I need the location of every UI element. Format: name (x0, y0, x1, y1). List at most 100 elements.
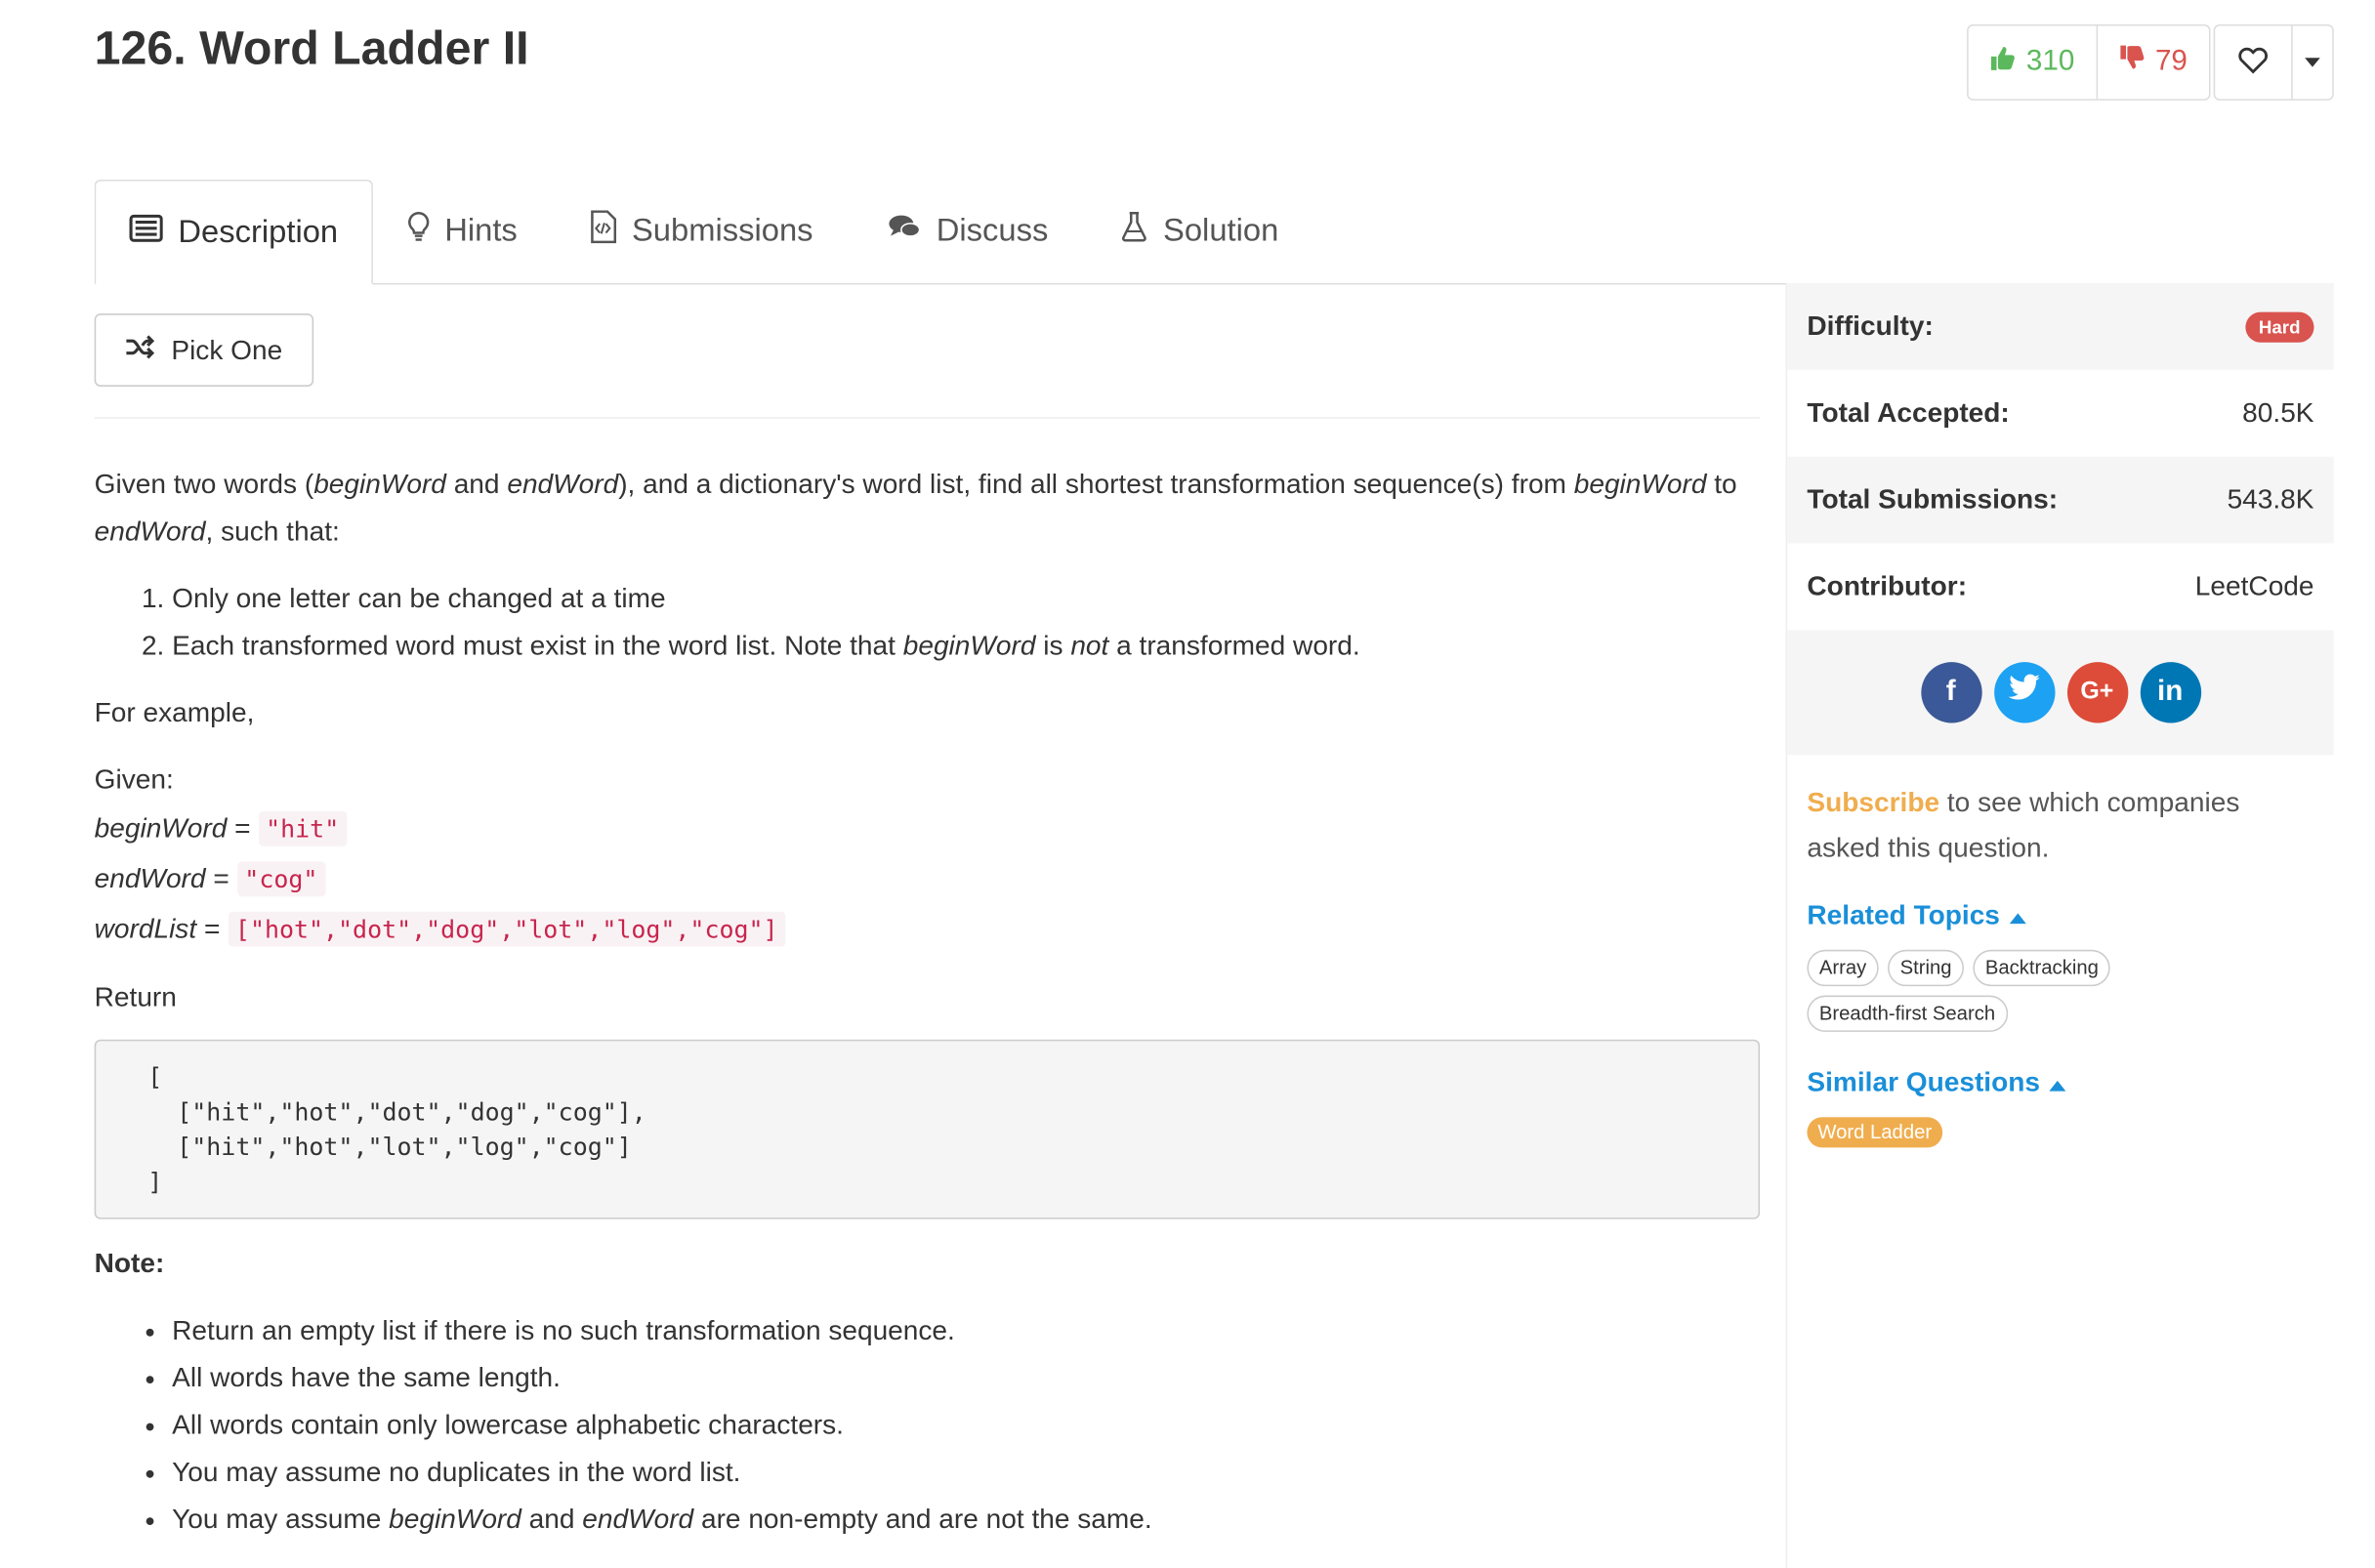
text: and (521, 1504, 583, 1535)
text: is (1035, 630, 1071, 661)
twitter-icon (2007, 674, 2040, 711)
text: endWord (94, 862, 206, 894)
text: ), and a dictionary's word list, find al… (618, 469, 1574, 500)
text: a transformed word. (1108, 630, 1360, 661)
shuffle-icon (126, 334, 156, 366)
favorite-dropdown-toggle[interactable] (2293, 26, 2333, 100)
comments-icon (888, 213, 921, 249)
twitter-share-button[interactable] (1993, 662, 2055, 723)
contributor-label: Contributor: (1807, 570, 1968, 601)
accepted-label: Total Accepted: (1807, 396, 2010, 429)
thumbs-up-icon (1989, 44, 2017, 80)
accepted-row: Total Accepted: 80.5K (1787, 370, 2334, 457)
text: and (445, 469, 508, 500)
caret-up-icon (2009, 892, 2026, 938)
text: are non-empty and are not the same. (693, 1504, 1152, 1535)
text: not (1070, 630, 1109, 661)
caret-up-icon (2049, 1059, 2066, 1105)
note-label: Note: (94, 1248, 165, 1279)
problem-sidebar: Difficulty: Hard Total Accepted: 80.5K T… (1785, 282, 2334, 1568)
text: beginWord (94, 812, 228, 844)
topic-tag-string[interactable]: String (1888, 949, 1965, 987)
submissions-row: Total Submissions: 543.8K (1787, 456, 2334, 544)
divider (94, 417, 1761, 419)
related-topics-toggle[interactable]: Related Topics (1807, 892, 2313, 938)
problem-description: Given two words (beginWord and endWord),… (94, 461, 1761, 1544)
facebook-icon: f (1945, 676, 1956, 708)
text: = (205, 862, 237, 894)
text: wordList (94, 913, 197, 944)
text: endWord (507, 469, 619, 500)
tab-submissions[interactable]: Submissions (589, 180, 813, 283)
tab-label: Discuss (936, 213, 1049, 249)
given-text: Given: (94, 763, 174, 795)
downvote-button[interactable]: 79 (2098, 26, 2209, 100)
list-item: You may assume no duplicates in the word… (172, 1449, 1760, 1496)
return-code-block: [ ["hit","hot","dot","dog","cog"], ["hit… (94, 1039, 1761, 1219)
thumbs-down-icon (2119, 44, 2146, 80)
text: Only one letter can be changed at a time (172, 583, 666, 614)
tab-label: Description (178, 214, 339, 249)
tab-label: Solution (1162, 213, 1279, 249)
tab-description[interactable]: Description (94, 179, 374, 285)
list-item: Only one letter can be changed at a time (172, 575, 1760, 622)
text: Each transformed word must exist in the … (172, 630, 903, 661)
text: beginWord (1573, 469, 1707, 500)
tab-label: Submissions (631, 213, 813, 249)
tab-label: Hints (444, 213, 518, 249)
favorite-button[interactable] (2215, 25, 2293, 100)
list-item: You may assume beginWord and endWord are… (172, 1496, 1760, 1543)
text: You may assume (172, 1504, 390, 1535)
subscribe-text: Subscribe to see which companies asked t… (1807, 779, 2313, 871)
tab-solution[interactable]: Solution (1120, 180, 1278, 283)
submissions-label: Total Submissions: (1807, 483, 2059, 515)
list-item: Return an empty list if there is no such… (172, 1307, 1760, 1354)
topic-tag-array[interactable]: Array (1807, 949, 1879, 987)
stats-table: Difficulty: Hard Total Accepted: 80.5K T… (1787, 282, 2334, 630)
return-label: Return (94, 981, 177, 1012)
problem-title: 126. Word Ladder II (94, 21, 529, 75)
begin-word-value: "hit" (258, 810, 348, 846)
text: endWord (94, 516, 206, 547)
upvote-count: 310 (2025, 45, 2075, 78)
text: , such that: (205, 516, 340, 547)
subscribe-link[interactable]: Subscribe (1807, 787, 1939, 817)
text: to (1706, 469, 1737, 500)
sidebar-extras: Subscribe to see which companies asked t… (1787, 755, 2334, 1148)
similar-question-word-ladder[interactable]: Word Ladder (1807, 1117, 1943, 1148)
text: beginWord (313, 469, 446, 500)
notes-list: Return an empty list if there is no such… (95, 1307, 1760, 1544)
word-list-line: wordList = ["hot","dot","dog","lot","log… (95, 904, 1760, 954)
difficulty-badge: Hard (2244, 310, 2314, 342)
pick-one-button[interactable]: Pick One (94, 313, 314, 387)
word-list-value: ["hot","dot","dog","lot","log","cog"] (228, 911, 786, 947)
text: beginWord (902, 630, 1036, 661)
heart-icon (2236, 43, 2270, 81)
linkedin-icon: in (2157, 676, 2184, 708)
tab-hints[interactable]: Hints (408, 180, 518, 283)
text: endWord (582, 1504, 694, 1535)
similar-questions-toggle[interactable]: Similar Questions (1807, 1059, 2313, 1105)
code-file-icon (589, 210, 617, 253)
topic-tag-backtracking[interactable]: Backtracking (1973, 949, 2111, 987)
text: All words contain only lowercase alphabe… (172, 1409, 844, 1440)
begin-word-line: beginWord = "hit" (95, 804, 1760, 853)
social-share-bar: f G+ in (1787, 630, 2334, 756)
similar-questions-label: Similar Questions (1807, 1066, 2040, 1097)
related-topics-label: Related Topics (1807, 899, 2000, 930)
topic-tag-bfs[interactable]: Breadth-first Search (1807, 995, 2008, 1032)
facebook-share-button[interactable]: f (1920, 662, 1981, 723)
text: Return an empty list if there is no such… (172, 1314, 955, 1346)
text: beginWord (389, 1504, 521, 1535)
google-plus-share-button[interactable]: G+ (2066, 662, 2128, 723)
linkedin-share-button[interactable]: in (2140, 662, 2201, 723)
for-example-text: For example, (94, 696, 255, 728)
upvote-button[interactable]: 310 (1969, 25, 2098, 100)
intro-paragraph: Given two words (beginWord and endWord),… (95, 461, 1760, 556)
submissions-value: 543.8K (2227, 483, 2314, 515)
list-item: All words contain only lowercase alphabe… (172, 1402, 1760, 1449)
text: You may assume no duplicates in the word… (172, 1456, 741, 1488)
pick-one-label: Pick One (171, 334, 283, 365)
downvote-count: 79 (2154, 45, 2188, 78)
tab-discuss[interactable]: Discuss (888, 180, 1048, 283)
